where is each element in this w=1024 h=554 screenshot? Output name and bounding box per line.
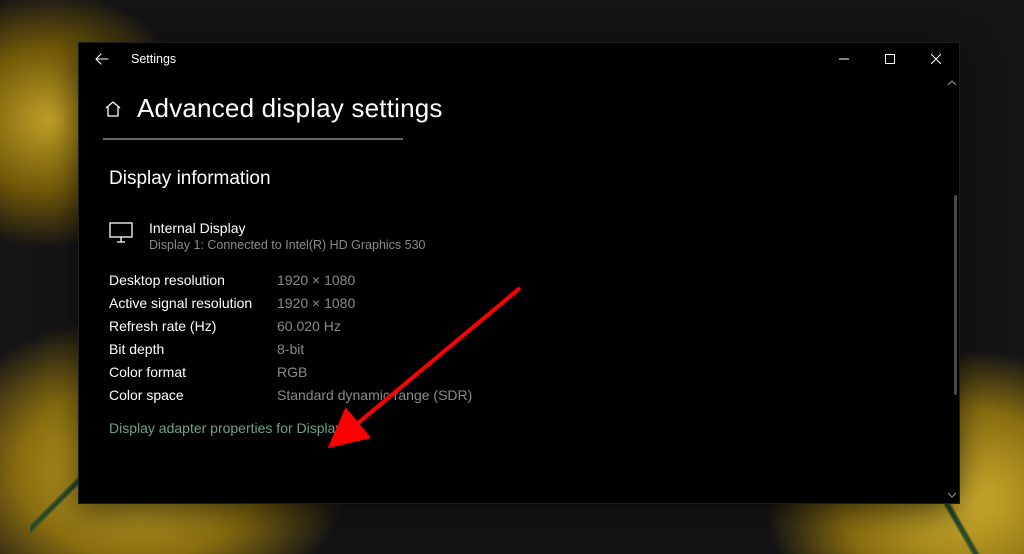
window-title: Settings <box>125 52 176 66</box>
page-title: Advanced display settings <box>137 93 443 124</box>
prop-value: 60.020 Hz <box>277 318 341 334</box>
properties-list: Desktop resolution 1920 × 1080 Active si… <box>109 272 915 403</box>
titlebar: Settings <box>79 43 959 75</box>
maximize-button[interactable] <box>867 43 913 75</box>
home-icon <box>104 100 122 118</box>
scroll-thumb[interactable] <box>954 195 957 395</box>
back-arrow-icon <box>95 52 109 66</box>
prop-label: Desktop resolution <box>109 272 277 288</box>
prop-value: 1920 × 1080 <box>277 295 355 311</box>
prop-label: Active signal resolution <box>109 295 277 311</box>
monitor-icon <box>109 222 133 249</box>
prop-color-space: Color space Standard dynamic range (SDR) <box>109 387 915 403</box>
prop-color-format: Color format RGB <box>109 364 915 380</box>
prop-label: Color format <box>109 364 277 380</box>
prop-refresh-rate: Refresh rate (Hz) 60.020 Hz <box>109 318 915 334</box>
display-name: Internal Display <box>149 220 426 236</box>
home-button[interactable] <box>103 99 123 119</box>
back-button[interactable] <box>79 43 125 75</box>
prop-label: Bit depth <box>109 341 277 357</box>
scroll-up-icon[interactable] <box>945 75 959 91</box>
settings-window: Settings Advanced display settings <box>78 42 960 504</box>
prop-active-signal-resolution: Active signal resolution 1920 × 1080 <box>109 295 915 311</box>
close-icon <box>931 54 941 64</box>
display-subtitle: Display 1: Connected to Intel(R) HD Grap… <box>149 238 426 252</box>
display-header: Internal Display Display 1: Connected to… <box>109 220 915 252</box>
close-button[interactable] <box>913 43 959 75</box>
prop-value: 8-bit <box>277 341 304 357</box>
maximize-icon <box>885 54 895 64</box>
prop-value: 1920 × 1080 <box>277 272 355 288</box>
display-adapter-link[interactable]: Display adapter properties for Display 1 <box>109 420 354 436</box>
prop-desktop-resolution: Desktop resolution 1920 × 1080 <box>109 272 915 288</box>
display-information-section: Display information Internal Display Dis… <box>79 140 945 438</box>
prop-bit-depth: Bit depth 8-bit <box>109 341 915 357</box>
prop-label: Refresh rate (Hz) <box>109 318 277 334</box>
prop-value: RGB <box>277 364 307 380</box>
minimize-icon <box>839 54 849 64</box>
scroll-down-icon[interactable] <box>945 487 959 503</box>
prop-value: Standard dynamic range (SDR) <box>277 387 472 403</box>
prop-label: Color space <box>109 387 277 403</box>
minimize-button[interactable] <box>821 43 867 75</box>
section-heading: Display information <box>109 168 915 190</box>
page-header: Advanced display settings <box>79 75 945 130</box>
scrollbar[interactable] <box>945 75 959 503</box>
content-area: Advanced display settings Display inform… <box>79 75 945 503</box>
